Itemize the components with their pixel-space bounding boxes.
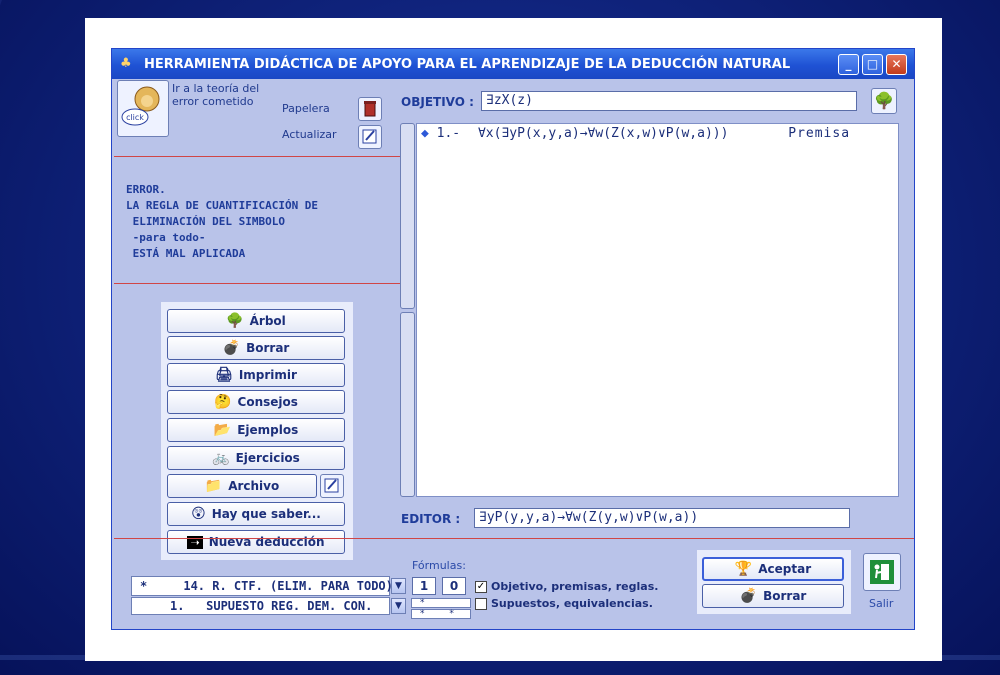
trash-label: Papelera xyxy=(282,102,330,115)
accept-icon: 🏆 xyxy=(734,561,753,577)
smiley-icon: 🤔 xyxy=(214,394,232,410)
file-icon: 📁 xyxy=(204,478,223,494)
assumption-dropdown-arrow[interactable]: ▼ xyxy=(391,598,406,614)
editor-label: EDITOR : xyxy=(401,512,461,526)
accept-button[interactable]: 🏆 Aceptar xyxy=(702,557,844,581)
delete-action-label: Borrar xyxy=(763,589,807,603)
exit-button[interactable] xyxy=(863,553,901,591)
lion-click-icon: click xyxy=(121,86,160,126)
delete-side-button[interactable]: 💣 Borrar xyxy=(167,336,345,360)
theory-text-line2: error cometido xyxy=(172,95,254,108)
svg-text:click: click xyxy=(126,113,144,122)
must-know-button[interactable]: 😲 Hay que saber... xyxy=(167,502,345,526)
premise-row[interactable]: ◆ 1.- ∀x(∃yP(x,y,a)→∀w(Z(x,w)∨P(w,a))) P… xyxy=(421,126,850,141)
editor-field[interactable]: ∃yP(y,y,a)→∀w(Z(y,w)∨P(w,a)) xyxy=(474,508,850,528)
objectives-checkbox[interactable]: ✓ xyxy=(475,581,487,593)
tips-button[interactable]: 🤔 Consejos xyxy=(167,390,345,414)
divider xyxy=(114,156,400,157)
exit-label: Salir xyxy=(869,597,894,610)
bomb-icon: 💣 xyxy=(739,588,758,604)
bullet-icon: ◆ xyxy=(421,126,429,141)
accept-button-label: Aceptar xyxy=(758,562,812,576)
update-button[interactable] xyxy=(358,125,382,149)
theory-text-line1: Ir a la teoría del xyxy=(172,82,260,95)
premise-type: Premisa xyxy=(788,126,851,141)
premise-formula: ∀x(∃yP(x,y,a)→∀w(Z(x,w)∨P(w,a))) xyxy=(477,126,729,141)
assumption-select[interactable]: 1. SUPUESTO REG. DEM. CON. xyxy=(131,597,390,615)
title-bar: ♣ HERRAMIENTA DIDÁCTICA DE APOYO PARA EL… xyxy=(112,49,914,79)
rule-select[interactable]: * 14. R. CTF. (ELIM. PARA TODO) xyxy=(131,576,393,596)
edit-icon xyxy=(362,129,377,144)
star-field-2[interactable]: * * xyxy=(411,609,471,619)
theory-click-button[interactable]: click xyxy=(117,80,169,137)
delete-button-label: Borrar xyxy=(246,341,290,355)
rule-select-value: * 14. R. CTF. (ELIM. PARA TODO) xyxy=(140,579,393,593)
theory-link-text[interactable]: Ir a la teoría del error cometido xyxy=(172,82,259,108)
trash-button[interactable] xyxy=(358,97,382,121)
assumption-select-value: 1. SUPUESTO REG. DEM. CON. xyxy=(170,599,373,613)
maximize-button[interactable]: □ xyxy=(862,54,883,75)
delete-button[interactable]: 💣 Borrar xyxy=(702,584,844,608)
file-edit-button[interactable] xyxy=(320,474,344,498)
tips-button-label: Consejos xyxy=(237,395,298,409)
edit-icon xyxy=(324,478,339,493)
print-button-label: Imprimir xyxy=(238,368,297,382)
tree-icon: 🌳 xyxy=(874,91,894,110)
error-message: ERROR. LA REGLA DE CUANTIFICACIÓN DE ELI… xyxy=(126,183,319,260)
tree-view-button[interactable]: 🌳 xyxy=(871,88,897,114)
divider xyxy=(114,538,914,539)
bomb-icon: 💣 xyxy=(222,340,241,356)
number-field-2[interactable]: 0 xyxy=(442,577,466,595)
premise-number: 1.- xyxy=(436,126,461,141)
trash-icon xyxy=(364,101,376,117)
close-button[interactable]: ✕ xyxy=(886,54,907,75)
bicycle-icon: 🚲 xyxy=(212,450,230,466)
star-field-1[interactable]: * xyxy=(411,598,471,608)
window-title: HERRAMIENTA DIDÁCTICA DE APOYO PARA EL A… xyxy=(144,57,791,72)
objective-label: OBJETIVO : xyxy=(401,95,474,109)
objective-field[interactable]: ∃zX(z) xyxy=(481,91,857,111)
file-button-label: Archivo xyxy=(228,479,280,493)
vertical-scrollbar-bottom[interactable] xyxy=(400,312,415,497)
printer-icon: 🖨 xyxy=(215,367,233,383)
exit-icon xyxy=(870,560,894,584)
star-value-2b: * xyxy=(449,609,454,619)
number-field-1[interactable]: 1 xyxy=(412,577,436,595)
must-know-button-label: Hay que saber... xyxy=(211,507,321,521)
star-value-1: * xyxy=(420,598,425,608)
action-panel: 🏆 Aceptar 💣 Borrar xyxy=(697,550,851,614)
rule-dropdown-arrow[interactable]: ▼ xyxy=(391,578,406,594)
formulas-label: Fórmulas: xyxy=(412,559,466,572)
file-button[interactable]: 📁 Archivo xyxy=(167,474,317,498)
tree-button-label: Árbol xyxy=(249,314,286,328)
folder-icon: 📂 xyxy=(213,422,232,438)
side-button-panel: 🌳 Árbol 💣 Borrar 🖨 Imprimir 🤔 Consejos 📂 Ejem… xyxy=(161,302,353,560)
exercises-button-label: Ejercicios xyxy=(235,451,300,465)
examples-button[interactable]: 📂 Ejemplos xyxy=(167,418,345,442)
update-label: Actualizar xyxy=(282,128,337,141)
deduction-area[interactable]: ◆ 1.- ∀x(∃yP(x,y,a)→∀w(Z(x,w)∨P(w,a))) P… xyxy=(416,123,899,497)
tree-button[interactable]: 🌳 Árbol xyxy=(167,309,345,333)
assumptions-checkbox-label: Supuestos, equivalencias. xyxy=(491,597,653,610)
app-icon: ♣ xyxy=(120,56,132,71)
minimize-button[interactable]: _ xyxy=(838,54,859,75)
face-icon: 😲 xyxy=(191,506,206,522)
app-window: ♣ HERRAMIENTA DIDÁCTICA DE APOYO PARA EL… xyxy=(111,48,915,630)
star-value-2a: * xyxy=(420,609,425,619)
exercises-button[interactable]: 🚲 Ejercicios xyxy=(167,446,345,470)
vertical-scrollbar-top[interactable] xyxy=(400,123,415,309)
tree-icon: 🌳 xyxy=(226,313,244,329)
new-deduction-button[interactable]: ➝ Nueva deducción xyxy=(167,530,345,554)
examples-button-label: Ejemplos xyxy=(237,423,299,437)
divider xyxy=(114,283,400,284)
assumptions-checkbox[interactable] xyxy=(475,598,487,610)
print-button[interactable]: 🖨 Imprimir xyxy=(167,363,345,387)
objectives-checkbox-label: Objetivo, premisas, reglas. xyxy=(491,580,659,593)
